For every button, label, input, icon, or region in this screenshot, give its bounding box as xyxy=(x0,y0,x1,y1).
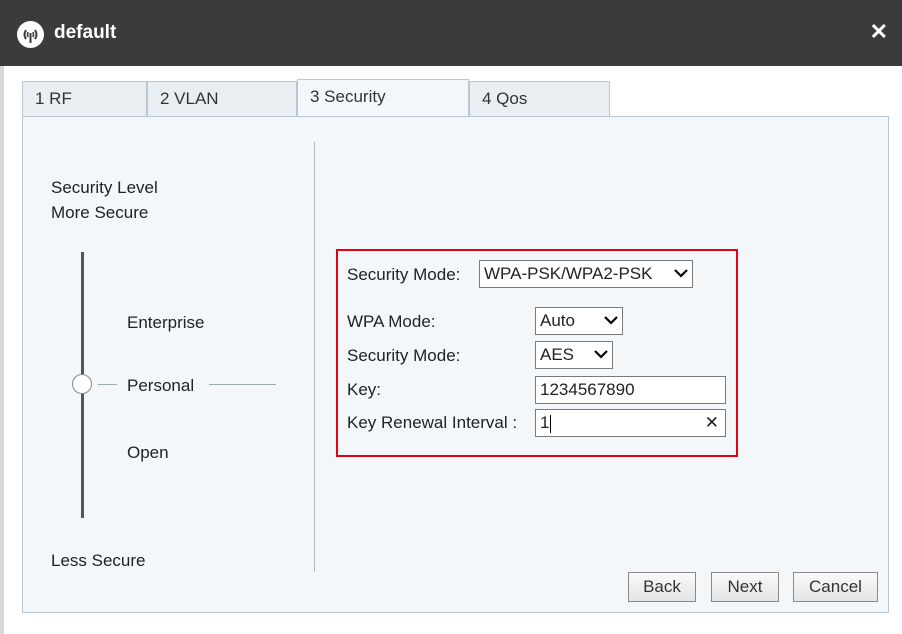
slider-tick-right xyxy=(209,384,276,385)
title-bar: default ✕ xyxy=(0,0,902,66)
cancel-button[interactable]: Cancel xyxy=(793,572,878,602)
text-cursor xyxy=(550,414,552,433)
key-renewal-input[interactable]: 1 ✕ xyxy=(535,409,726,437)
tab-rf[interactable]: 1 RF xyxy=(22,81,147,117)
security-level-heading: Security Level xyxy=(51,178,158,197)
wpa-mode-value: Auto xyxy=(540,311,575,330)
security-mode-label: Security Mode: xyxy=(347,265,461,284)
clear-icon[interactable]: ✕ xyxy=(705,410,719,436)
chevron-down-icon xyxy=(674,269,688,278)
slider-tick xyxy=(98,384,117,385)
chevron-down-icon xyxy=(604,316,618,325)
window-title: default xyxy=(54,22,117,43)
wifi-logo-icon xyxy=(17,21,44,48)
key-value: 1234567890 xyxy=(540,380,635,399)
tab-vlan[interactable]: 2 VLAN xyxy=(147,81,297,117)
less-secure-label: Less Secure xyxy=(51,551,146,570)
close-icon[interactable]: ✕ xyxy=(870,20,888,44)
level-enterprise[interactable]: Enterprise xyxy=(127,313,204,333)
encryption-value: AES xyxy=(540,345,575,364)
wpa-mode-label: WPA Mode: xyxy=(347,312,436,331)
security-slider-handle[interactable] xyxy=(72,374,92,394)
security-mode-value: WPA-PSK/WPA2-PSK xyxy=(484,264,653,283)
tab-security[interactable]: 3 Security xyxy=(297,79,469,117)
panel-divider xyxy=(314,142,315,572)
tab-qos[interactable]: 4 Qos xyxy=(469,81,610,117)
level-personal[interactable]: Personal xyxy=(127,376,194,396)
encryption-label: Security Mode: xyxy=(347,346,461,365)
key-renewal-label: Key Renewal Interval : xyxy=(347,413,518,432)
key-input[interactable]: 1234567890 xyxy=(535,376,726,404)
encryption-select[interactable]: AES xyxy=(535,341,613,369)
wpa-mode-select[interactable]: Auto xyxy=(535,307,623,335)
key-renewal-value: 1 xyxy=(540,413,550,432)
next-button[interactable]: Next xyxy=(711,572,779,602)
back-button[interactable]: Back xyxy=(628,572,696,602)
key-label: Key: xyxy=(347,380,382,399)
chevron-down-icon xyxy=(594,350,608,359)
level-open[interactable]: Open xyxy=(127,443,169,463)
window-border xyxy=(0,66,4,634)
security-mode-select[interactable]: WPA-PSK/WPA2-PSK xyxy=(479,260,693,288)
more-secure-label: More Secure xyxy=(51,203,149,222)
